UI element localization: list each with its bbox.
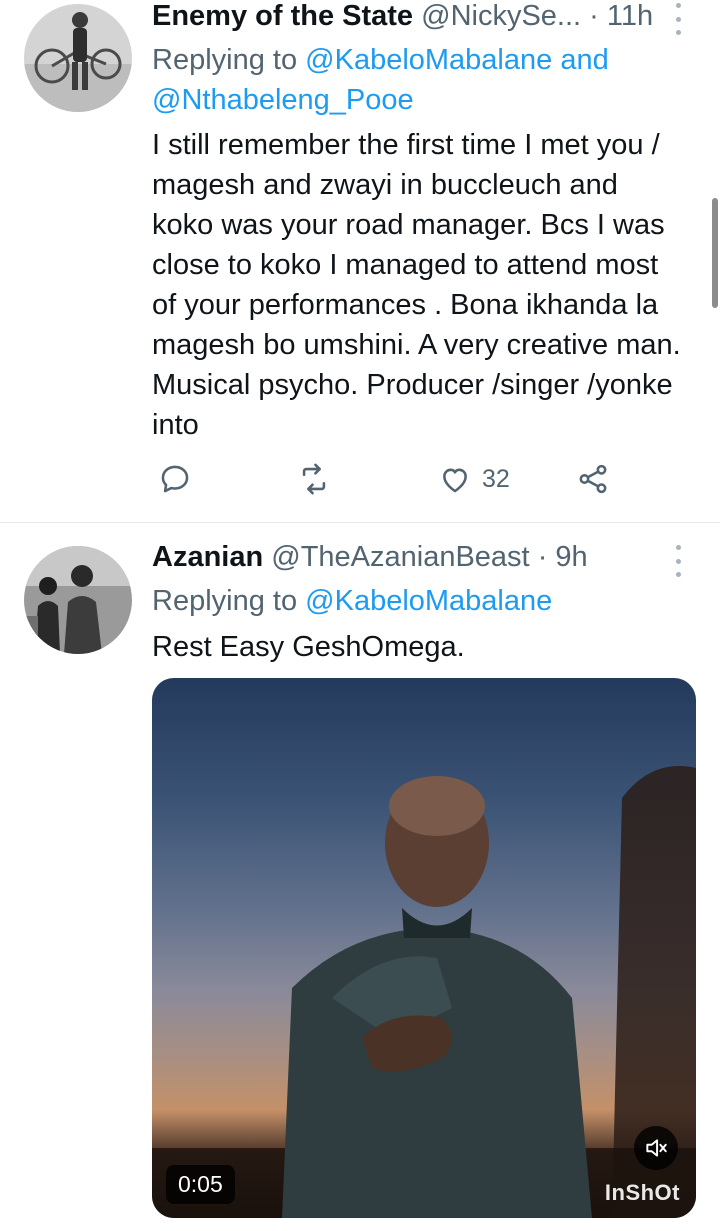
scrollbar[interactable]: [712, 198, 718, 308]
mute-icon: [646, 1139, 667, 1157]
tweet-text-line: of your performances . Bona ikhanda la: [152, 289, 659, 321]
tweet-text-line: close to koko I managed to attend most: [152, 249, 659, 281]
like-count: 32: [482, 464, 510, 493]
tweet-text-line: into: [152, 409, 199, 441]
separator-dot: ·: [537, 541, 548, 573]
tweet-text: I still remember the first time I met yo…: [152, 125, 712, 445]
tweet-text-line: I still remember the first time I met yo…: [152, 129, 660, 161]
author-handle[interactable]: @TheAzanianBeast: [271, 541, 529, 573]
tweet-text: Rest Easy GeshOmega.: [152, 627, 712, 667]
video-duration: 0:05: [166, 1165, 235, 1204]
mention-link[interactable]: @Nthabeleng_Pooe: [152, 84, 414, 116]
tweet-text-line: magesh bo umshini. A very creative man.: [152, 329, 681, 361]
tweet-actions: 32: [0, 462, 720, 502]
mention-joiner: and: [560, 44, 609, 76]
replying-prefix: Replying to: [152, 585, 298, 617]
retweet-button[interactable]: [296, 462, 332, 496]
mute-button[interactable]: [634, 1126, 678, 1170]
like-button[interactable]: 32: [438, 462, 510, 496]
video-watermark: InShOt: [604, 1180, 680, 1205]
tweet-text-line: magesh and zwayi in buccleuch and: [152, 169, 618, 201]
timestamp[interactable]: 9h: [555, 541, 587, 573]
tweet-header: Azanian @TheAzanianBeast · 9h: [152, 541, 588, 574]
video-player[interactable]: 0:05 InShOt: [152, 678, 696, 1218]
tweet-text-line: koko was your road manager. Bcs I was: [152, 209, 665, 241]
mention-link[interactable]: @KabeloMabalane: [305, 44, 552, 76]
avatar[interactable]: [24, 546, 132, 654]
more-vertical-icon[interactable]: [673, 3, 683, 35]
author-handle[interactable]: @NickySe...: [421, 0, 581, 32]
more-vertical-icon[interactable]: [673, 545, 683, 577]
tweet-header: Enemy of the State @NickySe... · 11h: [152, 0, 653, 33]
author-name[interactable]: Enemy of the State: [152, 0, 413, 32]
tweet-text-line: Rest Easy GeshOmega.: [152, 631, 465, 663]
avatar[interactable]: [24, 4, 132, 112]
share-icon: [579, 464, 607, 494]
reply-icon: [161, 465, 189, 493]
replying-to: Replying to @KabeloMabalane and @Nthabel…: [152, 40, 672, 120]
replying-prefix: Replying to: [152, 44, 298, 76]
author-name[interactable]: Azanian: [152, 541, 263, 573]
timestamp[interactable]: 11h: [607, 0, 653, 32]
share-button[interactable]: [576, 462, 610, 496]
separator-dot: ·: [589, 0, 599, 32]
heart-icon: [443, 468, 467, 493]
tweet-1[interactable]: Enemy of the State @NickySe... · 11h Rep…: [0, 0, 720, 522]
tweet-text-line: Musical psycho. Producer /singer /yonke: [152, 369, 673, 401]
reply-button[interactable]: [158, 462, 192, 496]
replying-to: Replying to @KabeloMabalane: [152, 581, 672, 621]
retweet-icon: [302, 463, 326, 495]
mention-link[interactable]: @KabeloMabalane: [305, 585, 552, 617]
video-frame: [152, 766, 696, 1218]
